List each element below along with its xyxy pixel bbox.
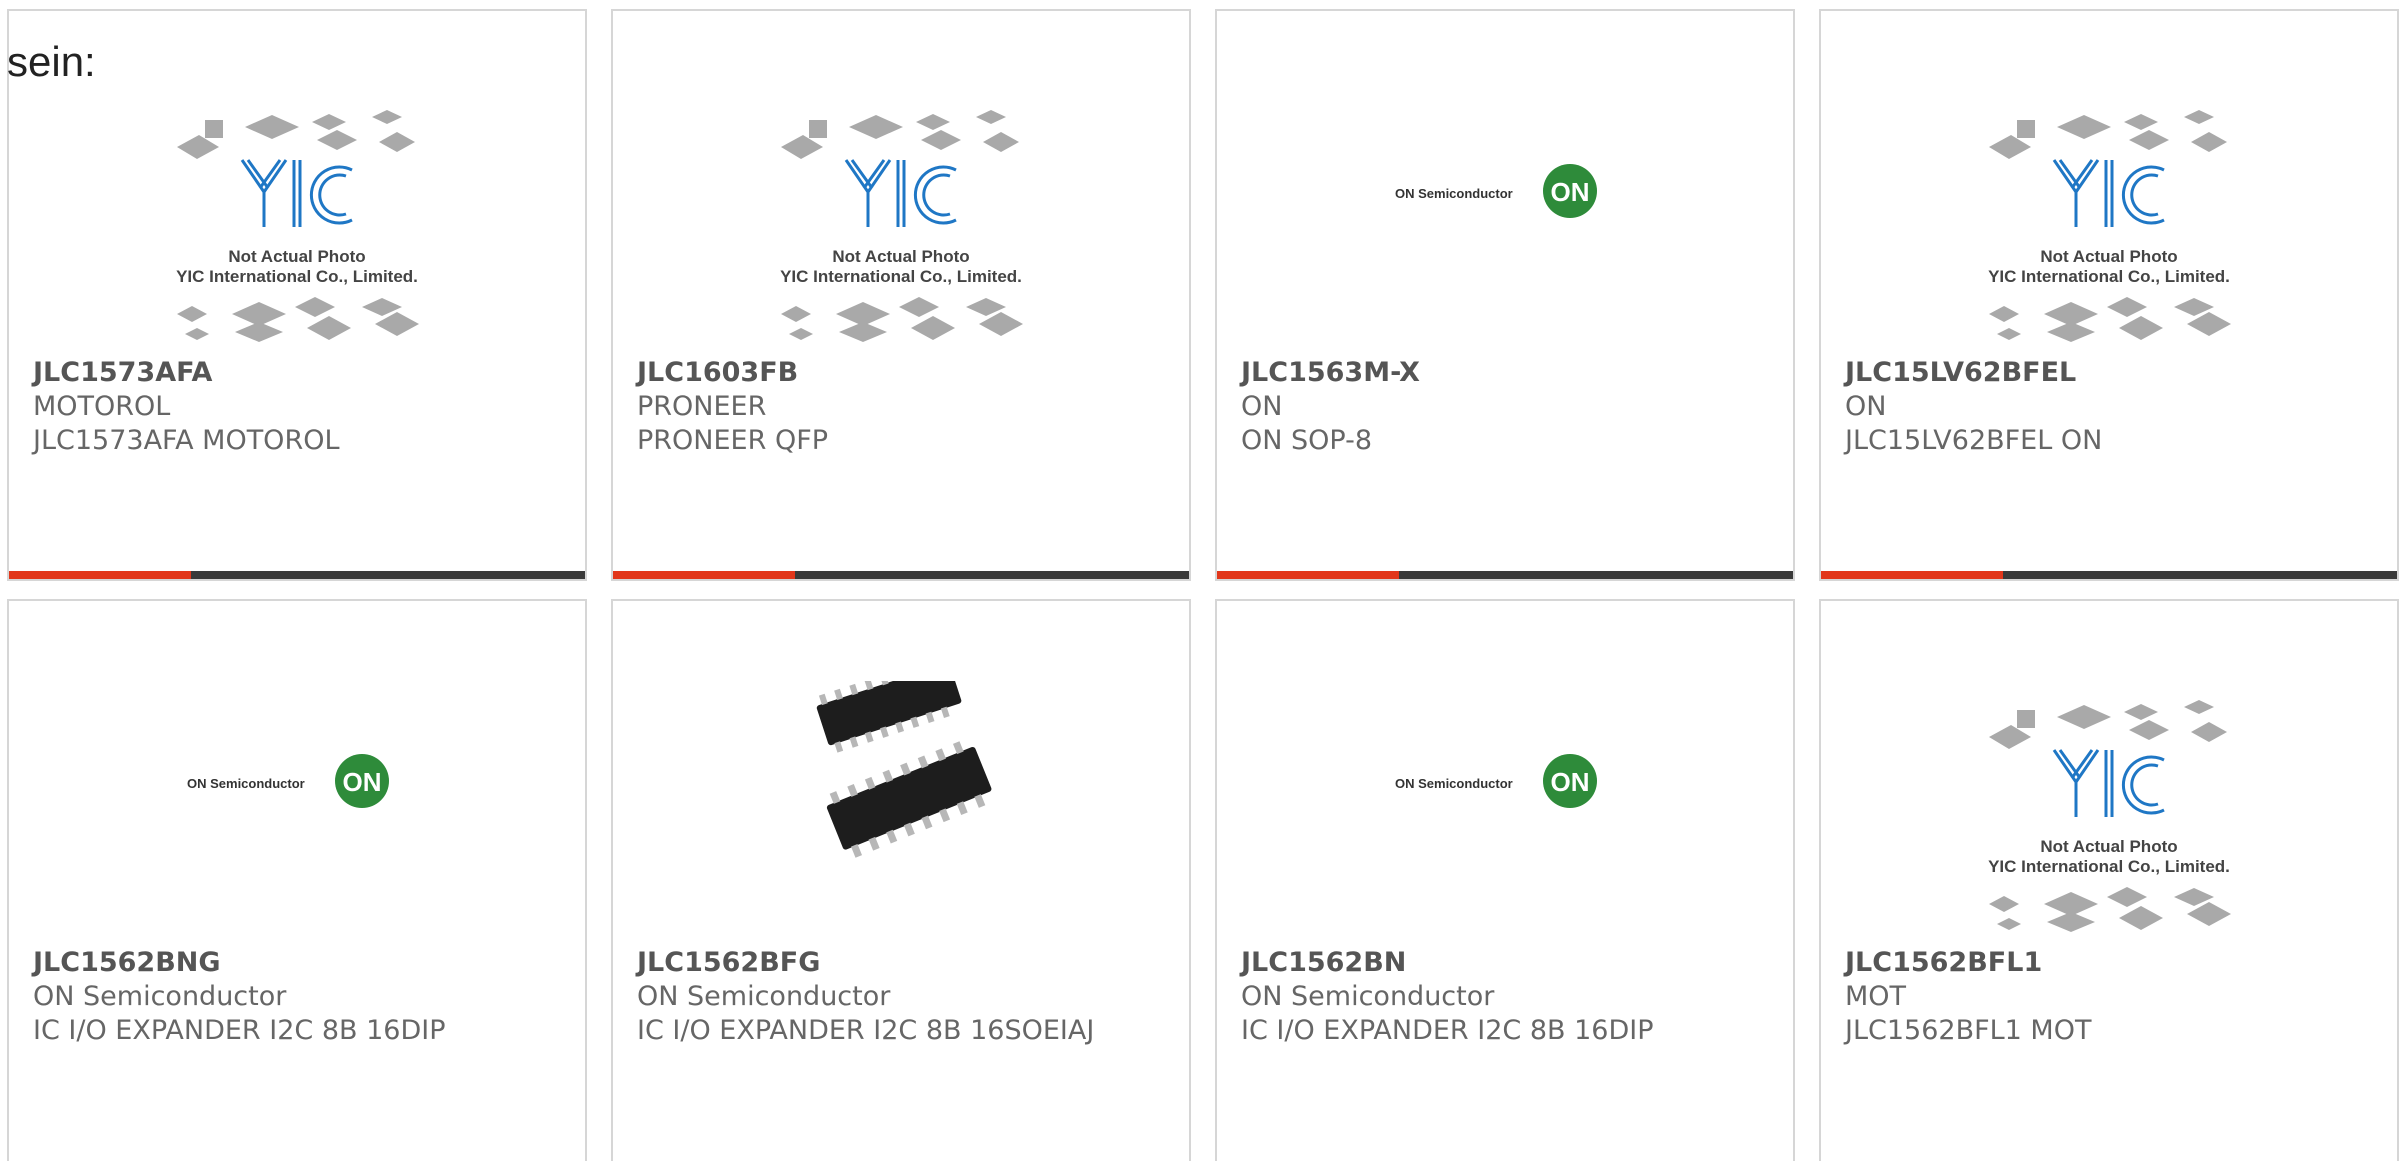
product-info: JLC1563M-X ON ON SOP-8 (1241, 356, 1769, 458)
yic-placeholder-icon: Not Actual Photo YIC International Co., … (1988, 700, 2231, 932)
product-card[interactable]: Not Actual Photo YIC International Co., … (1819, 599, 2399, 1161)
card-bottom-bar (1821, 571, 2397, 579)
card-bottom-bar (613, 571, 1189, 579)
product-manufacturer: ON (1241, 391, 1283, 422)
product-card[interactable]: JLC1562BFG ON Semiconductor IC I/O EXPAN… (611, 599, 1191, 1161)
product-image: ON Semiconductor ON (1217, 611, 1793, 951)
product-grid: Not Actual Photo YIC International Co., … (7, 9, 2399, 1161)
yic-placeholder-icon: Not Actual Photo YIC International Co., … (780, 110, 1023, 342)
product-part-number[interactable]: JLC1603FB (637, 356, 1165, 390)
product-part-number[interactable]: JLC15LV62BFEL (1845, 356, 2373, 390)
product-card[interactable]: ON Semiconductor ON JLC1562BNG ON Semico… (7, 599, 587, 1161)
svg-text:ON: ON (1551, 767, 1590, 797)
product-description: ON SOP-8 (1241, 425, 1373, 456)
svg-text:YIC International Co., Limited: YIC International Co., Limited. (1988, 857, 2230, 876)
product-part-number[interactable]: JLC1563M-X (1241, 356, 1769, 390)
product-info: JLC1603FB PRONEER PRONEER QFP (637, 356, 1165, 458)
product-image: ON Semiconductor ON (1217, 21, 1793, 361)
svg-text:YIC International Co., Limited: YIC International Co., Limited. (780, 267, 1022, 286)
card-bottom-bar (9, 571, 585, 579)
card-accent-bar (9, 571, 191, 579)
product-image (613, 661, 1189, 911)
svg-text:ON Semiconductor: ON Semiconductor (1395, 776, 1513, 791)
svg-text:YIC International Co., Limited: YIC International Co., Limited. (1988, 267, 2230, 286)
yic-placeholder-icon: Not Actual Photo YIC International Co., … (1988, 110, 2231, 342)
svg-text:Not Actual Photo: Not Actual Photo (228, 247, 365, 266)
yic-placeholder-icon: Not Actual Photo YIC International Co., … (176, 110, 419, 342)
product-card[interactable]: Not Actual Photo YIC International Co., … (611, 9, 1191, 581)
product-description: IC I/O EXPANDER I2C 8B 16SOEIAJ (637, 1015, 1095, 1046)
product-image: Not Actual Photo YIC International Co., … (613, 99, 1189, 355)
product-manufacturer: MOTOROL (33, 391, 171, 422)
svg-text:ON: ON (1551, 177, 1590, 207)
svg-text:Not Actual Photo: Not Actual Photo (2040, 837, 2177, 856)
product-info: JLC1573AFA MOTOROL JLC1573AFA MOTOROL (33, 356, 561, 458)
product-info: JLC1562BNG ON Semiconductor IC I/O EXPAN… (33, 946, 561, 1048)
product-info: JLC15LV62BFEL ON JLC15LV62BFEL ON (1845, 356, 2373, 458)
product-description: PRONEER QFP (637, 425, 829, 456)
on-semiconductor-logo: ON Semiconductor ON (1395, 754, 1597, 808)
svg-text:YIC International Co., Limited: YIC International Co., Limited. (176, 267, 418, 286)
product-image: Not Actual Photo YIC International Co., … (1821, 99, 2397, 355)
on-semiconductor-logo: ON Semiconductor ON (1395, 164, 1597, 218)
product-description: IC I/O EXPANDER I2C 8B 16DIP (1241, 1015, 1654, 1046)
svg-text:ON Semiconductor: ON Semiconductor (1395, 186, 1513, 201)
soic-chip-photo (796, 681, 1006, 891)
page-text-fragment: sein: (7, 38, 96, 85)
product-manufacturer: ON Semiconductor (33, 981, 287, 1012)
product-part-number[interactable]: JLC1562BN (1241, 946, 1769, 980)
product-manufacturer: MOT (1845, 981, 1907, 1012)
on-semiconductor-logo: ON Semiconductor ON (187, 754, 389, 808)
product-description: JLC15LV62BFEL ON (1845, 425, 2103, 456)
product-card[interactable]: ON Semiconductor ON JLC1563M-X ON ON SOP… (1215, 9, 1795, 581)
product-card[interactable]: ON Semiconductor ON JLC1562BN ON Semicon… (1215, 599, 1795, 1161)
product-image: Not Actual Photo YIC International Co., … (1821, 689, 2397, 945)
product-image: ON Semiconductor ON (9, 611, 585, 951)
svg-text:Not Actual Photo: Not Actual Photo (2040, 247, 2177, 266)
svg-text:ON Semiconductor: ON Semiconductor (187, 776, 305, 791)
product-grid-page: sein: Not Actual Photo YIC International… (0, 0, 2400, 1161)
product-description: JLC1562BFL1 MOT (1845, 1015, 2092, 1046)
product-manufacturer: PRONEER (637, 391, 767, 422)
card-accent-bar (1217, 571, 1399, 579)
svg-text:ON: ON (343, 767, 382, 797)
product-info: JLC1562BFG ON Semiconductor IC I/O EXPAN… (637, 946, 1165, 1048)
product-card[interactable]: Not Actual Photo YIC International Co., … (1819, 9, 2399, 581)
product-manufacturer: ON (1845, 391, 1887, 422)
product-part-number[interactable]: JLC1562BNG (33, 946, 561, 980)
svg-text:Not Actual Photo: Not Actual Photo (832, 247, 969, 266)
product-part-number[interactable]: JLC1573AFA (33, 356, 561, 390)
product-description: IC I/O EXPANDER I2C 8B 16DIP (33, 1015, 446, 1046)
product-part-number[interactable]: JLC1562BFG (637, 946, 1165, 980)
product-description: JLC1573AFA MOTOROL (33, 425, 340, 456)
product-card[interactable]: Not Actual Photo YIC International Co., … (7, 9, 587, 581)
product-manufacturer: ON Semiconductor (1241, 981, 1495, 1012)
card-accent-bar (613, 571, 795, 579)
card-accent-bar (1821, 571, 2003, 579)
product-image: Not Actual Photo YIC International Co., … (9, 99, 585, 355)
product-info: JLC1562BFL1 MOT JLC1562BFL1 MOT (1845, 946, 2373, 1048)
product-manufacturer: ON Semiconductor (637, 981, 891, 1012)
product-part-number[interactable]: JLC1562BFL1 (1845, 946, 2373, 980)
card-bottom-bar (1217, 571, 1793, 579)
product-info: JLC1562BN ON Semiconductor IC I/O EXPAND… (1241, 946, 1769, 1048)
